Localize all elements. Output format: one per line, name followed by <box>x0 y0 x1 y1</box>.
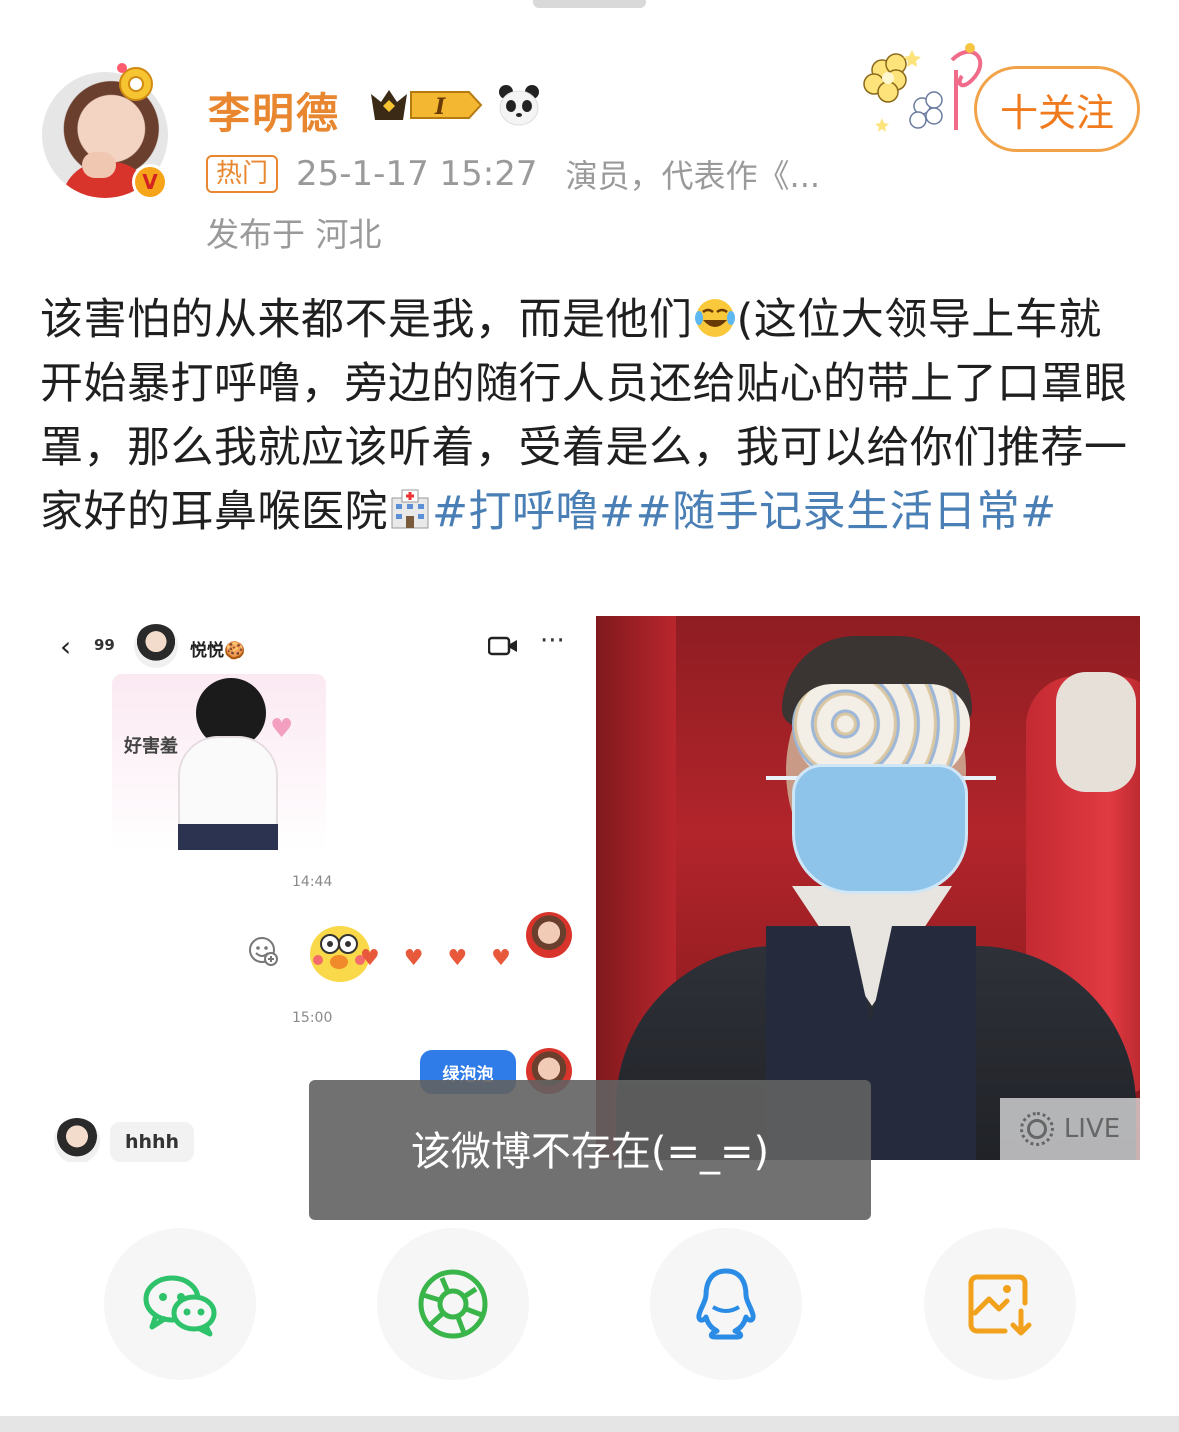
face-mask <box>792 764 968 894</box>
chat-timestamp: 15:00 <box>292 1010 333 1026</box>
seat-headrest-cover <box>1056 672 1136 792</box>
contact-avatar <box>54 1118 100 1162</box>
live-photo-badge[interactable]: LIVE <box>1000 1098 1140 1160</box>
contact-avatar <box>134 624 178 668</box>
qq-icon <box>696 1268 756 1340</box>
shy-girl-sticker: ♥ 好害羞 <box>112 674 326 850</box>
hospital-emoji-icon <box>391 489 429 529</box>
panda-icon <box>499 85 539 126</box>
emoji-reaction-icon <box>249 937 278 966</box>
post-text: 该害怕的从来都不是我，而是他们 (这位大领导上车就开始暴打呼噜，旁边的随行人员还… <box>40 288 1144 544</box>
toast-message: 该微博不存在(=_=) <box>309 1080 871 1220</box>
post-location: 发布于 河北 <box>206 215 382 254</box>
sticker-caption: 好害羞 <box>124 736 178 757</box>
share-moments-button[interactable] <box>377 1228 529 1380</box>
post-time: 25-1-17 15:27 <box>296 154 538 194</box>
save-image-icon <box>968 1274 1032 1336</box>
svg-text:I: I <box>434 94 446 120</box>
save-image-button[interactable] <box>924 1228 1076 1380</box>
more-icon: ··· <box>540 626 565 656</box>
vip-level-icon: I <box>371 90 483 120</box>
follow-button[interactable]: 十关注 <box>974 66 1140 152</box>
topic-link-snoring[interactable]: #打呼噜# <box>432 487 636 537</box>
bottom-nav-bar <box>0 1416 1179 1432</box>
live-icon <box>1019 1112 1054 1146</box>
author-intro: 演员，代表作《... <box>565 157 821 195</box>
share-qq-button[interactable] <box>650 1228 802 1380</box>
share-wechat-button[interactable] <box>104 1228 256 1380</box>
moments-icon <box>418 1269 488 1339</box>
post-text-main: 该害怕的从来都不是我，而是他们 <box>40 295 693 345</box>
chat-timestamp: 14:44 <box>292 874 333 890</box>
share-bar <box>0 1224 1179 1384</box>
heart-icon: ♥ <box>270 714 294 744</box>
avatar-pendant-icon <box>117 63 153 101</box>
laughing-crying-emoji-icon <box>694 299 735 337</box>
post-meta: 热门 25-1-17 15:27 演员，代表作《... <box>206 152 820 196</box>
unread-count: 99 <box>94 636 115 654</box>
contact-message-bubble: hhhh <box>110 1122 194 1162</box>
chat-header: ‹ 99 悦悦🍪 ··· <box>40 616 588 672</box>
hearts-reaction: ♥♥♥♥ <box>360 946 535 971</box>
verified-badge-icon: V <box>132 164 168 200</box>
live-label: LIVE <box>1063 1114 1121 1144</box>
author-name[interactable]: 李明德 <box>208 80 340 141</box>
chevron-left-icon: ‹ <box>60 630 72 663</box>
contact-name: 悦悦🍪 <box>190 641 246 661</box>
hot-tag: 热门 <box>206 155 279 193</box>
author-avatar[interactable]: V <box>42 63 168 200</box>
wechat-icon <box>143 1275 217 1337</box>
post-image-sleeping-man-photo[interactable]: LIVE <box>596 616 1140 1160</box>
my-avatar <box>526 912 572 958</box>
video-call-icon <box>488 636 517 656</box>
top-drag-handle[interactable] <box>533 0 646 8</box>
topic-link-daily-life[interactable]: #随手记录生活日常# <box>636 487 1057 537</box>
